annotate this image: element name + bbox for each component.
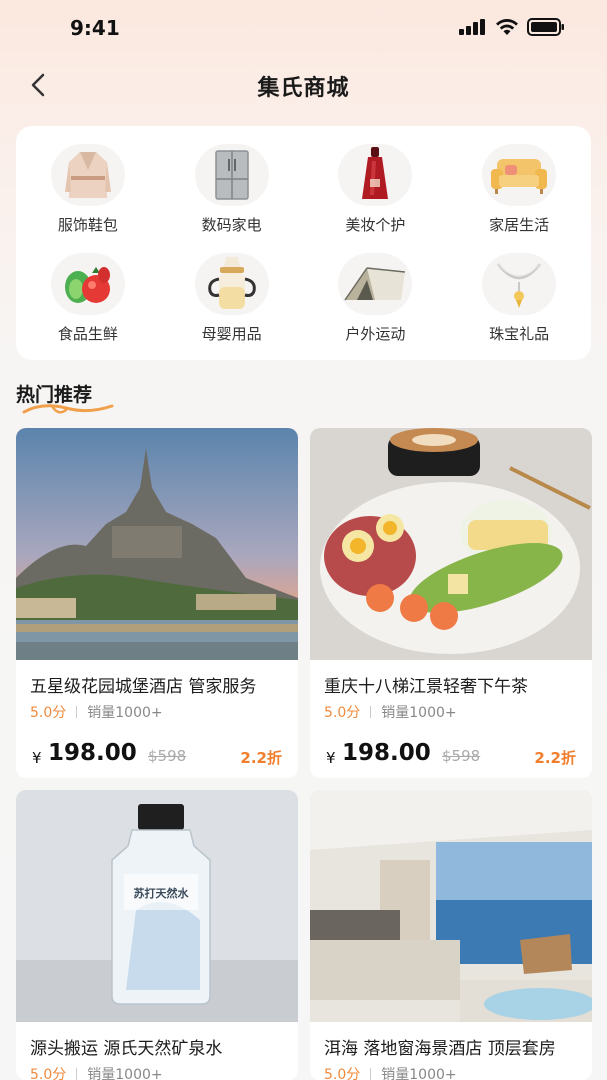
product-price: 198.00 [48, 740, 137, 766]
product-rating: 5.0分 [324, 705, 361, 721]
product-meta: 5.0分 销量1000+ [30, 1064, 163, 1080]
currency-symbol: ¥ [32, 749, 42, 767]
product-price: 198.00 [342, 740, 431, 766]
product-rating: 5.0分 [324, 1067, 361, 1080]
category-home[interactable]: 家居生活 [447, 144, 591, 235]
original-price: $598 [148, 747, 187, 765]
price-row: ¥ 198.00 $598 2.2折 [30, 740, 288, 770]
category-beauty[interactable]: 美妆个护 [304, 144, 448, 235]
product-name: 洱海 落地窗海景酒店 顶层套房 [324, 1039, 556, 1059]
category-apparel[interactable]: 服饰鞋包 [16, 144, 160, 235]
category-label: 服饰鞋包 [57, 216, 118, 234]
currency-symbol: ¥ [326, 749, 336, 767]
discount-badge: 2.2折 [240, 749, 282, 767]
category-grid: 服饰鞋包 数码家电 美妆个护 家居生活 食品生鲜 母婴用品 户外运动 珠宝礼品 [16, 144, 591, 344]
product-rating: 5.0分 [30, 705, 67, 721]
signal-icon [459, 19, 485, 35]
status-icons [459, 18, 565, 36]
product-name: 源头搬运 源氏天然矿泉水 [30, 1039, 223, 1059]
category-label: 食品生鲜 [57, 325, 118, 343]
category-digital[interactable]: 数码家电 [160, 144, 304, 235]
sofa-icon [482, 144, 557, 206]
discount-badge: 2.2折 [534, 749, 576, 767]
divider [76, 706, 78, 718]
category-food[interactable]: 食品生鲜 [16, 253, 160, 344]
product-sales: 销量1000+ [381, 1067, 457, 1080]
wifi-icon [496, 19, 518, 35]
product-sales: 销量1000+ [381, 705, 457, 721]
castle-photo [16, 428, 298, 660]
product-name: 重庆十八梯江景轻奢下午茶 [324, 677, 528, 697]
product-card[interactable]: 重庆十八梯江景轻奢下午茶 5.0分 销量1000+ ¥ 198.00 $598 … [310, 428, 592, 778]
category-label: 家居生活 [489, 216, 550, 234]
divider [370, 1068, 372, 1080]
category-label: 珠宝礼品 [489, 325, 550, 343]
nav-bar: 集氏商城 [0, 56, 607, 116]
category-label: 美妆个护 [345, 216, 406, 234]
product-card[interactable]: 洱海 落地窗海景酒店 顶层套房 5.0分 销量1000+ [310, 790, 592, 1080]
product-sales: 销量1000+ [87, 1067, 163, 1080]
status-time: 9:41 [70, 16, 120, 40]
divider [76, 1068, 78, 1080]
product-meta: 5.0分 销量1000+ [30, 702, 163, 722]
vegetables-icon [50, 253, 125, 315]
product-meta: 5.0分 销量1000+ [324, 702, 457, 722]
category-card: 服饰鞋包 数码家电 美妆个护 家居生活 食品生鲜 母婴用品 户外运动 珠宝礼品 [16, 126, 591, 360]
price-row: ¥ 198.00 $598 2.2折 [324, 740, 582, 770]
bottle-label-text: 苏打天然水 [134, 886, 190, 900]
divider [370, 706, 372, 718]
product-rating: 5.0分 [30, 1067, 67, 1080]
water-bottle-photo: 苏打天然水 [16, 790, 298, 1022]
product-name: 五星级花园城堡酒店 管家服务 [30, 677, 257, 697]
category-label: 数码家电 [201, 216, 262, 234]
necklace-icon [482, 253, 557, 315]
coat-icon [50, 144, 125, 206]
category-jewelry[interactable]: 珠宝礼品 [447, 253, 591, 344]
category-label: 母婴用品 [201, 325, 262, 343]
category-label: 户外运动 [345, 325, 406, 343]
fridge-icon [194, 144, 269, 206]
category-baby[interactable]: 母婴用品 [160, 253, 304, 344]
product-meta: 5.0分 销量1000+ [324, 1064, 457, 1080]
tent-icon [338, 253, 413, 315]
category-outdoor[interactable]: 户外运动 [304, 253, 448, 344]
perfume-bottle-icon [338, 144, 413, 206]
battery-icon [527, 18, 564, 36]
product-card[interactable]: 五星级花园城堡酒店 管家服务 5.0分 销量1000+ ¥ 198.00 $59… [16, 428, 298, 778]
status-bar: 9:41 [0, 0, 607, 56]
product-sales: 销量1000+ [87, 705, 163, 721]
product-card[interactable]: 苏打天然水 源头搬运 源氏天然矿泉水 5.0分 销量1000+ [16, 790, 298, 1080]
original-price: $598 [442, 747, 481, 765]
title-underline-decoration [22, 404, 114, 414]
seaview-room-photo [310, 790, 592, 1022]
baby-bottle-icon [194, 253, 269, 315]
brunch-plate-photo [310, 428, 592, 660]
page-title: 集氏商城 [257, 76, 350, 101]
